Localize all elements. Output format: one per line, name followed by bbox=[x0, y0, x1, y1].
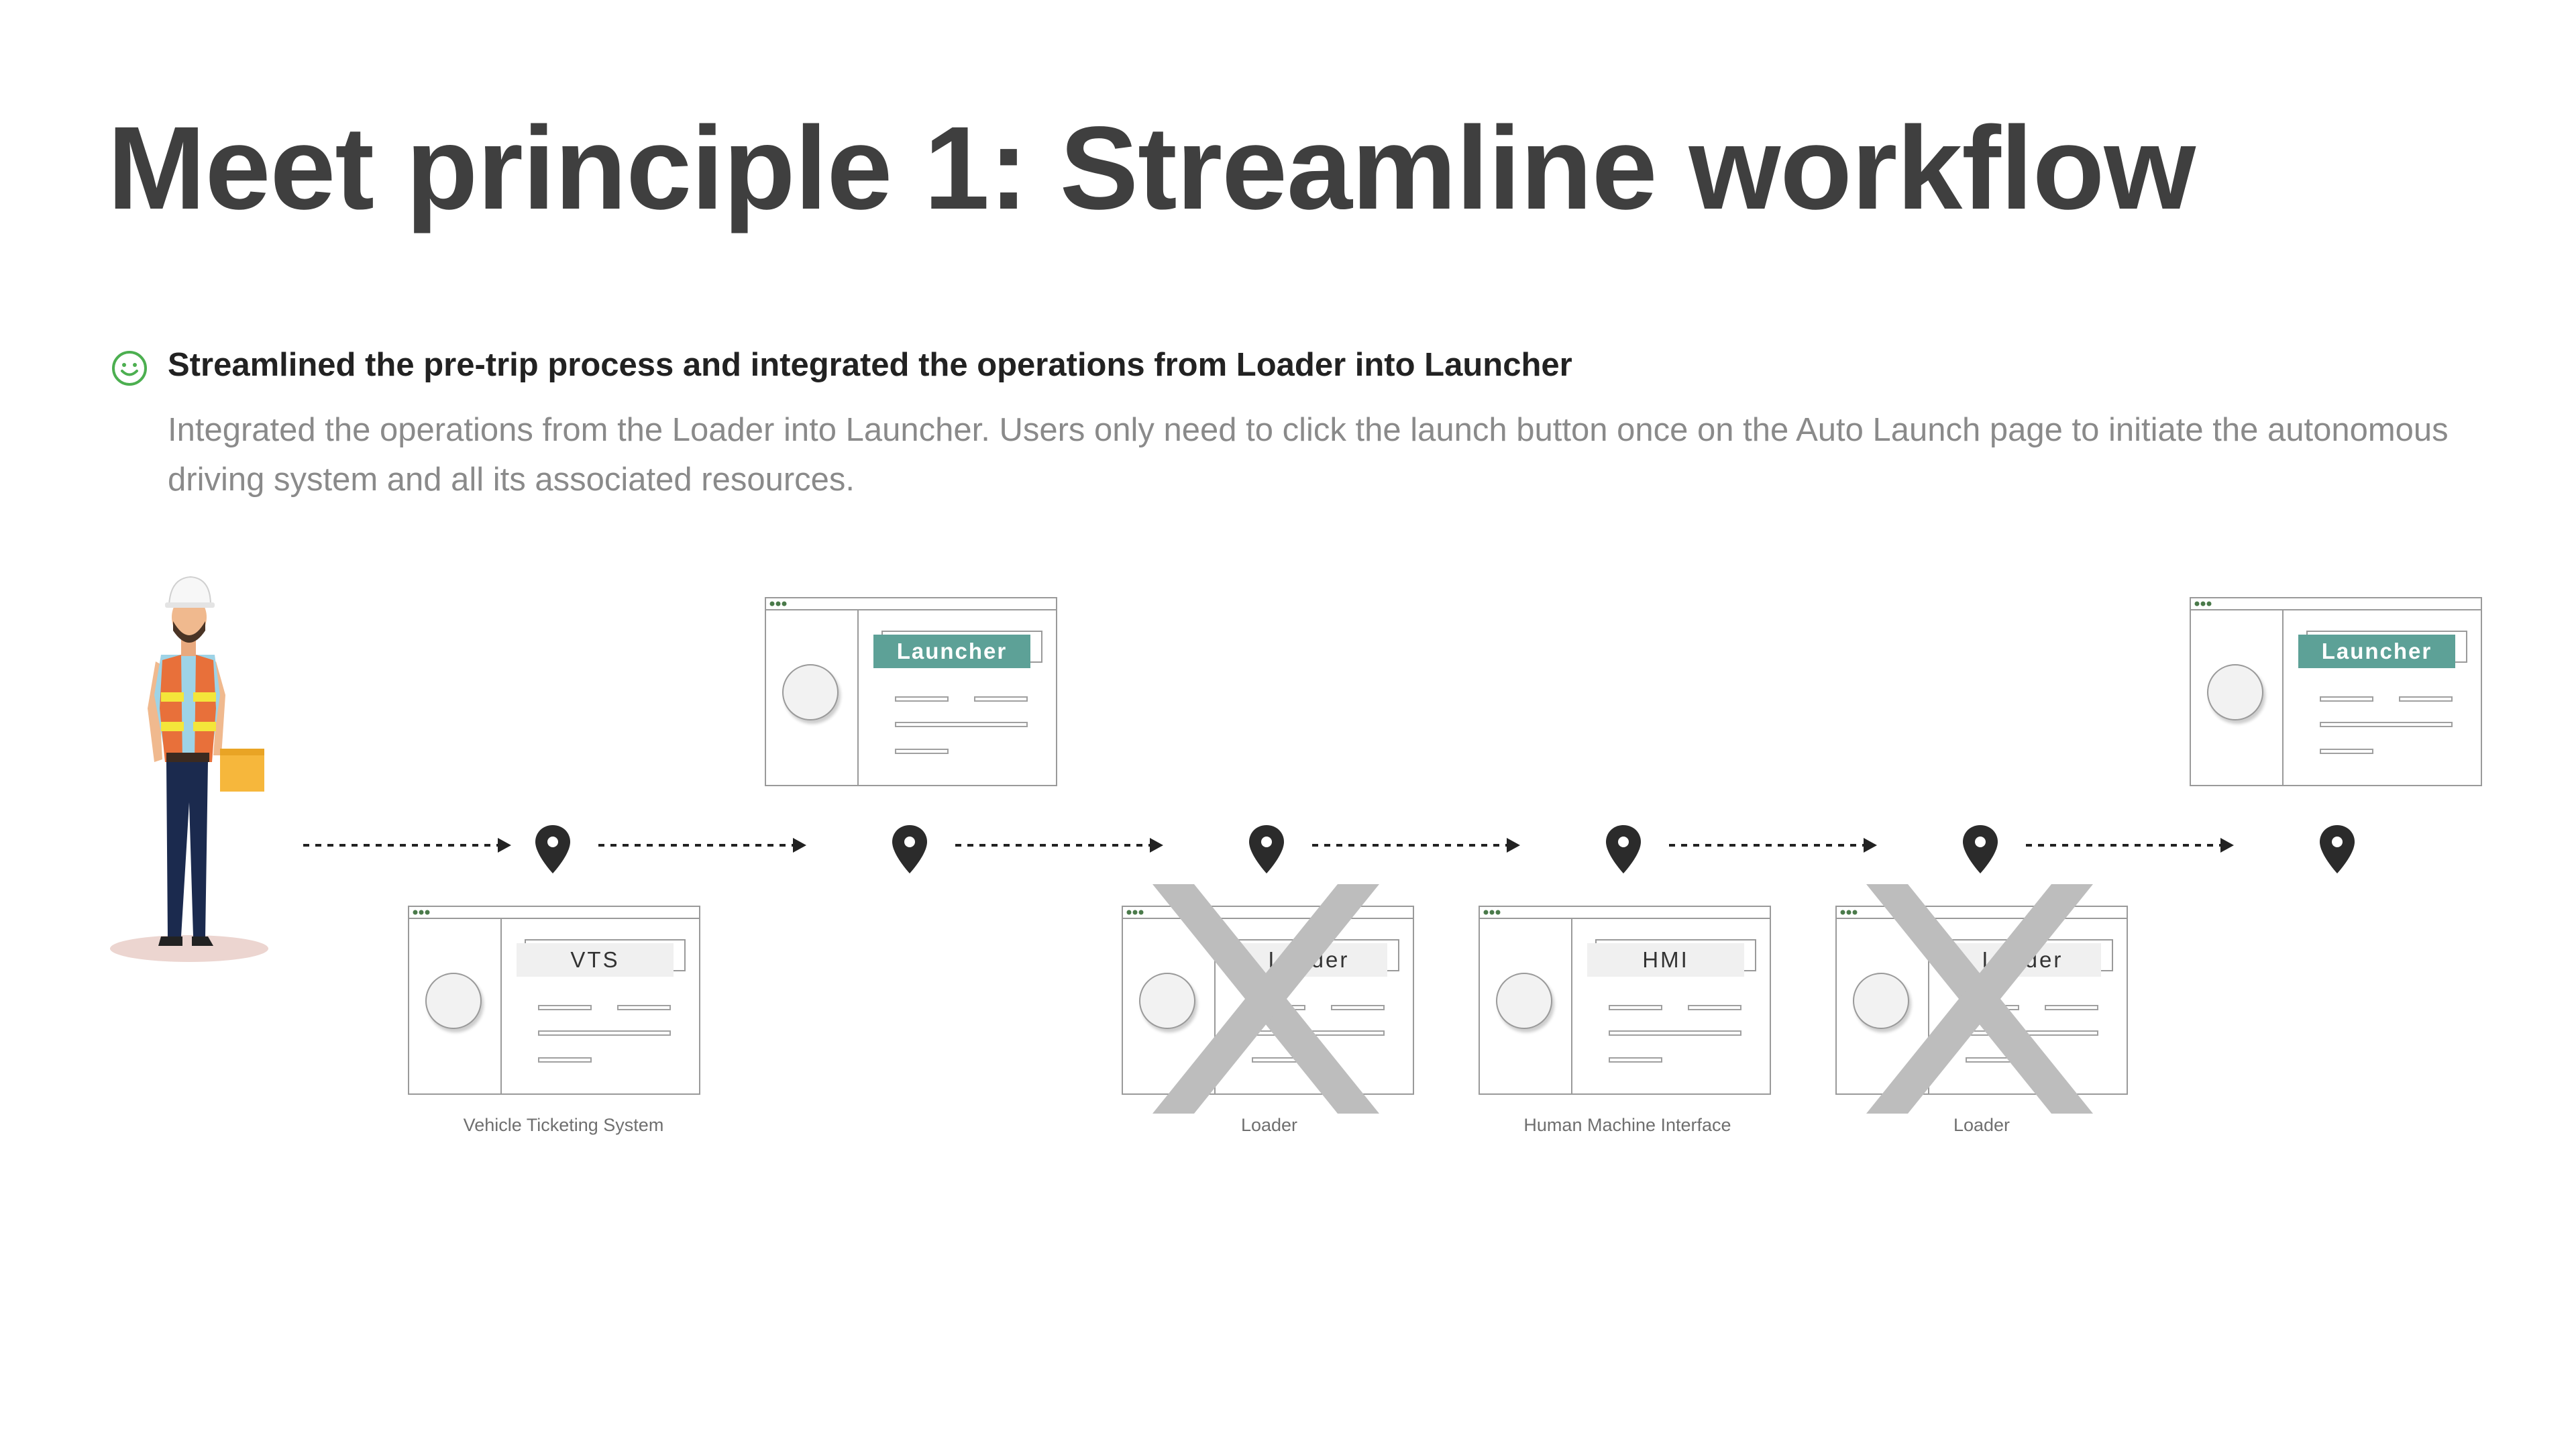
content-line bbox=[974, 696, 1028, 702]
smiley-face-icon bbox=[112, 351, 147, 386]
window-controls-icon bbox=[1483, 910, 1501, 915]
window-title-bar bbox=[2191, 598, 2481, 610]
window-controls-icon bbox=[769, 601, 787, 606]
worker-illustration bbox=[110, 576, 268, 962]
flow-arrow bbox=[1312, 838, 1520, 853]
content-line bbox=[1688, 1005, 1741, 1010]
window-title-bar bbox=[409, 907, 699, 919]
content-line bbox=[617, 1005, 671, 1010]
window-title-bar bbox=[766, 598, 1056, 610]
content-line bbox=[2399, 696, 2453, 702]
content-line bbox=[538, 1030, 671, 1036]
content-line bbox=[1609, 1005, 1662, 1010]
window-controls-icon bbox=[413, 910, 430, 915]
principle-heading: Streamlined the pre-trip process and int… bbox=[168, 347, 1572, 383]
location-pin-icon bbox=[892, 825, 927, 873]
launcher-window: Launcher bbox=[765, 597, 1057, 786]
window-sidebar bbox=[857, 609, 859, 785]
window-title-label: VTS bbox=[517, 943, 674, 977]
location-pin-icon bbox=[2320, 825, 2355, 873]
step-caption: Vehicle Ticketing System bbox=[463, 1115, 664, 1135]
flow-arrow bbox=[955, 838, 1163, 853]
content-line bbox=[895, 749, 949, 754]
content-line bbox=[895, 696, 949, 702]
content-line bbox=[2320, 696, 2373, 702]
window-title-bar bbox=[1480, 907, 1770, 919]
flow-arrow bbox=[303, 838, 511, 853]
content-line bbox=[1609, 1057, 1662, 1063]
flow-arrow bbox=[1669, 838, 1877, 853]
flow-arrow bbox=[598, 838, 806, 853]
window-sidebar bbox=[2282, 609, 2284, 785]
launcher-window: Launcher bbox=[2190, 597, 2482, 786]
page-title: Meet principle 1: Streamline workflow bbox=[107, 103, 2196, 234]
content-line bbox=[895, 722, 1028, 727]
location-pin-icon bbox=[535, 825, 570, 873]
window-title-label: Launcher bbox=[873, 635, 1030, 668]
flow-arrow bbox=[2026, 838, 2234, 853]
step-caption: Loader bbox=[1953, 1115, 2010, 1135]
avatar-placeholder bbox=[2207, 664, 2263, 720]
location-pin-icon bbox=[1963, 825, 1998, 873]
location-pin-icon bbox=[1606, 825, 1641, 873]
content-line bbox=[538, 1057, 592, 1063]
removed-cross-icon bbox=[1866, 884, 2093, 1114]
avatar-placeholder bbox=[782, 664, 839, 720]
principle-description: Integrated the operations from the Loade… bbox=[168, 412, 2449, 498]
vts-window: VTS bbox=[408, 906, 700, 1095]
avatar-placeholder bbox=[1496, 973, 1552, 1029]
window-sidebar bbox=[500, 918, 502, 1093]
content-line bbox=[538, 1005, 592, 1010]
window-sidebar bbox=[1571, 918, 1572, 1093]
removed-cross-icon bbox=[1152, 884, 1379, 1114]
content-line bbox=[1609, 1030, 1741, 1036]
content-line bbox=[2320, 722, 2453, 727]
step-caption: Human Machine Interface bbox=[1523, 1115, 1731, 1135]
avatar-placeholder bbox=[425, 973, 482, 1029]
step-caption: Loader bbox=[1240, 1115, 1298, 1135]
window-controls-icon bbox=[2194, 601, 2212, 606]
hmi-window: HMI bbox=[1479, 906, 1771, 1095]
window-title-label: HMI bbox=[1587, 943, 1744, 977]
location-pin-icon bbox=[1249, 825, 1284, 873]
content-line bbox=[2320, 749, 2373, 754]
window-title-label: Launcher bbox=[2298, 635, 2455, 668]
